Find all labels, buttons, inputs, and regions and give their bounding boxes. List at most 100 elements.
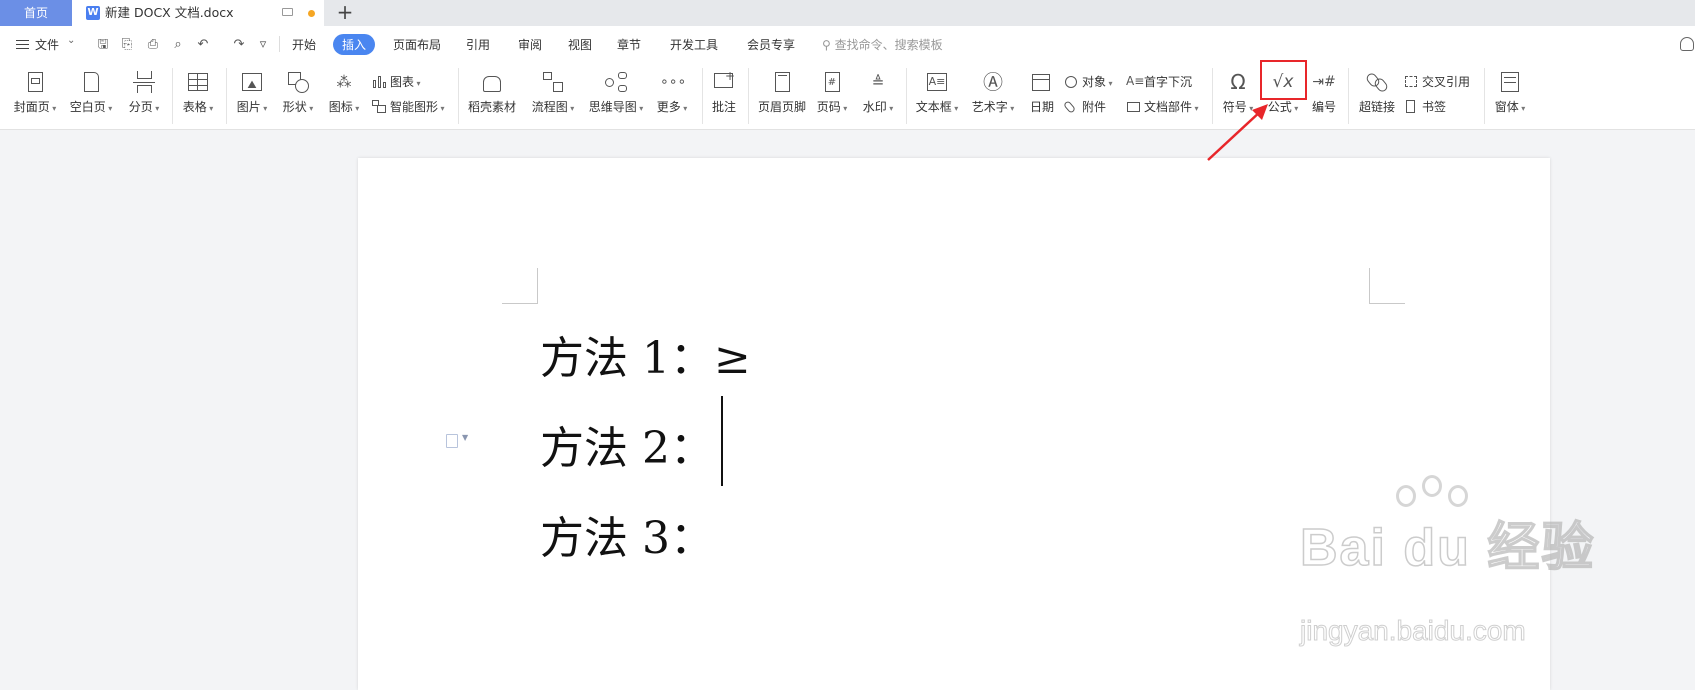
icon-library-icon: ⁂ — [336, 73, 352, 91]
ribbon-divider — [458, 68, 459, 124]
attachment-button[interactable]: 附件 — [1062, 98, 1106, 115]
paragraph-layout-icon[interactable] — [446, 434, 458, 448]
calendar-icon — [1030, 70, 1054, 94]
divider — [279, 36, 280, 52]
smart-art-button[interactable]: 智能图形 — [372, 98, 445, 115]
unsaved-dot-icon — [308, 10, 315, 17]
more-button[interactable]: ∘∘∘ 更多 — [652, 70, 692, 115]
object-button[interactable]: 对象 — [1064, 73, 1113, 90]
new-tab-button[interactable]: + — [335, 0, 355, 26]
shape-button[interactable]: 形状 — [278, 70, 318, 115]
shop-icon — [480, 70, 504, 94]
doc-line-2[interactable]: 方法 2： — [540, 412, 714, 476]
doc-parts-button[interactable]: 文档部件 — [1126, 98, 1199, 115]
header-footer-icon — [770, 70, 794, 94]
doc-line-1[interactable]: 方法 1：≥ — [540, 322, 751, 386]
file-menu[interactable]: 文件 — [35, 36, 59, 53]
word-art-icon: Ⓐ — [983, 70, 1003, 94]
icon-button[interactable]: ⁂ 图标 — [324, 70, 364, 115]
bookmark-icon — [1404, 100, 1418, 113]
doc-line-3[interactable]: 方法 3： — [540, 502, 714, 566]
picture-button[interactable]: ⛰ 图片 — [232, 70, 272, 115]
page-number-icon: # — [820, 70, 844, 94]
text-box-icon: A≡ — [925, 70, 949, 94]
chevron-down-icon[interactable]: ⌄ — [67, 35, 75, 46]
watermark-url: jingyan.baidu.com — [1300, 615, 1527, 647]
tab-home[interactable]: 首页 — [0, 0, 72, 26]
search-command[interactable]: ⚲ 查找命令、搜索模板 — [822, 36, 943, 53]
tab-developer[interactable]: 开发工具 — [670, 36, 718, 53]
monitor-icon[interactable] — [282, 8, 293, 16]
more-icon: ∘∘∘ — [660, 74, 687, 90]
page-break-button[interactable]: 分页 — [124, 70, 164, 115]
word-art-button[interactable]: Ⓐ 艺术字 — [968, 70, 1018, 115]
picture-icon: ⛰ — [240, 70, 264, 94]
chart-icon — [372, 75, 386, 88]
tab-start[interactable]: 开始 — [292, 36, 316, 53]
ribbon-divider — [906, 68, 907, 124]
document-page[interactable]: 方法 1：≥ 方法 2： 方法 3： ▼ — [358, 158, 1550, 690]
doc-parts-icon — [1126, 100, 1140, 113]
blank-page-icon — [79, 70, 103, 94]
save-icon[interactable]: 🖫 — [96, 38, 110, 52]
object-icon — [1064, 75, 1078, 88]
mindmap-button[interactable]: 思维导图 — [586, 70, 646, 115]
tab-document[interactable]: W 新建 DOCX 文档.docx — [72, 0, 324, 26]
tab-review[interactable]: 审阅 — [518, 36, 542, 53]
window-form-button[interactable]: 窗体 — [1490, 70, 1530, 115]
watermark-button[interactable]: ≜ 水印 — [858, 70, 898, 115]
ribbon-divider — [172, 68, 173, 124]
cloud-icon[interactable] — [1680, 37, 1694, 51]
comment-icon: + — [712, 69, 736, 94]
comment-button[interactable]: + 批注 — [706, 69, 742, 115]
drop-cap-button[interactable]: A≡ 首字下沉 — [1126, 73, 1192, 90]
cover-page-icon — [23, 70, 47, 94]
date-button[interactable]: 日期 — [1024, 70, 1060, 115]
ribbon-divider — [1484, 68, 1485, 124]
cover-page-button[interactable]: 封面页 — [12, 70, 58, 115]
page-number-button[interactable]: # 页码 — [812, 70, 852, 115]
tab-insert[interactable]: 插入 — [333, 34, 376, 55]
tab-chapter[interactable]: 章节 — [617, 36, 641, 53]
wps-writer-icon: W — [86, 6, 100, 20]
chart-button[interactable]: 图表 — [372, 73, 421, 90]
margin-corner-top-right — [1369, 268, 1405, 304]
header-footer-button[interactable]: 页眉页脚 — [754, 70, 810, 115]
table-button[interactable]: 表格 — [178, 70, 218, 115]
numbering-icon: ⇥# — [1312, 74, 1336, 90]
print-preview-icon[interactable]: ⌕ — [171, 38, 185, 52]
tab-page-layout[interactable]: 页面布局 — [393, 36, 441, 53]
search-icon: ⚲ — [822, 38, 831, 52]
stock-material-button[interactable]: 稻壳素材 — [464, 70, 520, 115]
format-painter-icon[interactable]: ⎘ — [120, 38, 134, 52]
blank-page-button[interactable]: 空白页 — [68, 70, 114, 115]
text-box-button[interactable]: A≡ 文本框 — [912, 70, 962, 115]
flowchart-button[interactable]: 流程图 — [528, 70, 578, 115]
undo-icon[interactable]: ↶ — [196, 38, 210, 52]
tab-document-title: 新建 DOCX 文档.docx — [105, 5, 234, 20]
bookmark-button[interactable]: 书签 — [1404, 98, 1446, 115]
numbering-button[interactable]: ⇥# 编号 — [1306, 70, 1342, 115]
drop-cap-icon: A≡ — [1126, 74, 1145, 88]
table-icon — [186, 70, 210, 94]
text-cursor — [721, 396, 723, 486]
cross-ref-icon — [1404, 75, 1418, 88]
redo-icon[interactable]: ↷ — [232, 38, 246, 52]
hamburger-icon[interactable] — [16, 40, 29, 49]
watermark-icon: ≜ — [871, 73, 885, 91]
ribbon-divider — [226, 68, 227, 124]
annotation-arrow — [1207, 104, 1268, 161]
tab-member[interactable]: 会员专享 — [747, 36, 795, 53]
margin-corner-top-left — [502, 268, 538, 304]
tab-view[interactable]: 视图 — [568, 36, 592, 53]
hyperlink-button[interactable]: 超链接 — [1354, 70, 1400, 115]
chevron-down-icon[interactable]: ▼ — [462, 433, 468, 442]
print-icon[interactable]: ⎙ — [146, 38, 160, 52]
customize-icon[interactable]: ▿ — [256, 38, 270, 52]
cross-ref-button[interactable]: 交叉引用 — [1404, 73, 1470, 90]
link-icon — [1364, 70, 1390, 94]
tab-references[interactable]: 引用 — [466, 36, 490, 53]
omega-icon: Ω — [1230, 70, 1246, 94]
ribbon-divider — [1348, 68, 1349, 124]
shape-icon — [286, 70, 310, 94]
